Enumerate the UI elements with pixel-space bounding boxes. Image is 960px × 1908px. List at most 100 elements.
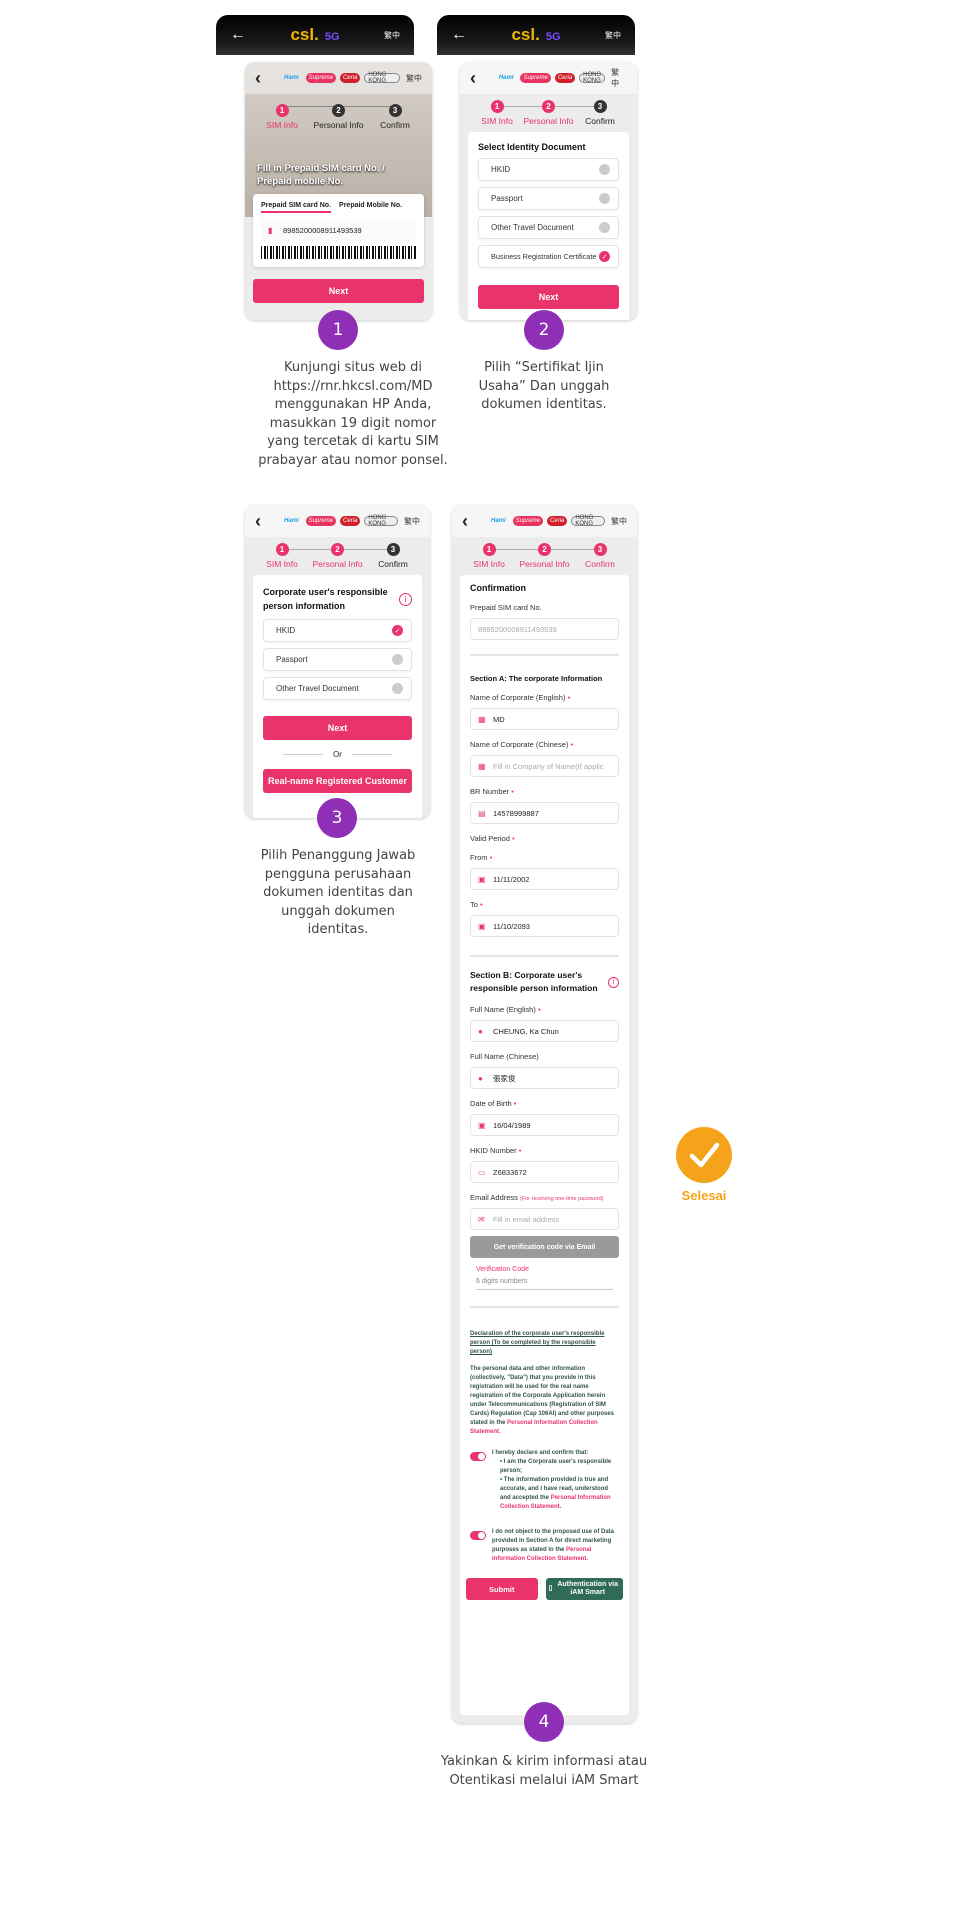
- next-button[interactable]: Next: [263, 716, 412, 740]
- confirmation-title: Confirmation: [470, 583, 526, 593]
- check-icon: ✓: [392, 625, 403, 636]
- iam-smart-button[interactable]: ▯ Authentication via iAM Smart: [545, 1578, 623, 1600]
- building-icon: ▦: [478, 714, 486, 724]
- section-b-title: Section B: Corporate user's responsible …: [470, 970, 598, 993]
- hero-text: Fill in Prepaid SIM card No. / Prepaid m…: [257, 163, 385, 187]
- barcode: [261, 246, 416, 259]
- step-caption-2: Pilih “Sertifikat Ijin Usaha” Dan unggah…: [478, 360, 610, 412]
- marketing-consent: I do not object to the proposed use of D…: [470, 1528, 619, 1564]
- full-name-chinese-input[interactable]: ● 張家俊: [470, 1067, 619, 1089]
- radio-icon: [599, 164, 610, 175]
- or-divider: Or: [263, 750, 412, 759]
- done-check-icon: [676, 1127, 732, 1183]
- registered-customer-button[interactable]: Real-name Registered Customer: [263, 769, 412, 793]
- building-icon: ▦: [478, 761, 486, 771]
- info-icon[interactable]: ⅰ: [608, 976, 619, 988]
- calendar-icon: ▣: [478, 921, 486, 931]
- step-sim-info: 1 SIM Info: [266, 104, 298, 130]
- step-badge-2: 2: [524, 310, 564, 350]
- valid-from-input[interactable]: ▣ 11/11/2002: [470, 868, 619, 890]
- next-button[interactable]: Next: [478, 285, 619, 309]
- section-title: Select Identity Document: [478, 142, 586, 152]
- back-icon[interactable]: ‹: [470, 68, 490, 89]
- declaration-title: Declaration of the corporate user's resp…: [470, 1331, 605, 1355]
- csl-header-1: ← csl. 5G 繁中: [216, 15, 414, 55]
- partner-logos: Hami Supreme Ceria HONG KONG: [281, 72, 400, 84]
- radio-icon: [599, 222, 610, 233]
- back-arrow-icon[interactable]: ←: [451, 26, 467, 44]
- declaration-toggle[interactable]: [470, 1452, 486, 1461]
- sim-label: Prepaid SIM card No.: [470, 603, 542, 612]
- radio-icon: [392, 683, 403, 694]
- screen-sim-info: ‹ Hami Supreme Ceria HONG KONG 繁中 1 SIM Info…: [245, 62, 432, 320]
- screen-confirmation: ‹ Hami Supreme Ceria HONG KONG 繁中 1 SIM Info…: [452, 505, 637, 1723]
- step-caption-3: Pilih Penanggung Jawab pengguna perusaha…: [260, 848, 416, 937]
- option-passport[interactable]: Passport: [478, 187, 619, 210]
- step-confirm: 3 Confirm: [380, 104, 410, 130]
- option-hkid[interactable]: HKID ✓: [263, 619, 412, 642]
- hkid-number-input[interactable]: ▭ Z6833672: [470, 1161, 619, 1183]
- partner-logos: Hami Supreme Ceria HONG KONG: [496, 72, 606, 84]
- check-icon: ✓: [599, 251, 610, 262]
- calendar-icon: ▣: [478, 874, 486, 884]
- id-card-icon: ▭: [478, 1167, 486, 1177]
- step-badge-4: 4: [524, 1702, 564, 1742]
- back-arrow-icon[interactable]: ←: [230, 26, 246, 44]
- declaration-text: The personal data and other information …: [470, 1366, 615, 1435]
- language-toggle[interactable]: 繁中: [611, 67, 627, 89]
- step-caption-1: Kunjungi situs web di https://rnr.hkcsl.…: [258, 360, 448, 468]
- language-toggle[interactable]: 繁中: [406, 73, 422, 84]
- next-button[interactable]: Next: [253, 279, 424, 303]
- corporate-name-chinese-input[interactable]: ▦ Fill in Company of Name(If applic: [470, 755, 619, 777]
- date-of-birth-input[interactable]: ▣ 16/04/1989: [470, 1114, 619, 1136]
- option-other-travel-document[interactable]: Other Travel Document: [263, 677, 412, 700]
- valid-to-input[interactable]: ▣ 11/10/2093: [470, 915, 619, 937]
- partner-logos: Hami Supreme Ceria HONG KONG: [488, 515, 605, 527]
- br-number-input[interactable]: ▤ 14578999887: [470, 802, 619, 824]
- sim-input-card: Prepaid SIM card No. Prepaid Mobile No. …: [253, 194, 424, 267]
- sim-number-field: 8985200008911493539: [470, 618, 619, 640]
- marketing-toggle[interactable]: [470, 1531, 486, 1540]
- tab-prepaid-mobile[interactable]: Prepaid Mobile No.: [339, 202, 402, 213]
- option-hkid[interactable]: HKID: [478, 158, 619, 181]
- option-passport[interactable]: Passport: [263, 648, 412, 671]
- full-name-english-input[interactable]: ● CHEUNG, Ka Chun: [470, 1020, 619, 1042]
- partner-logos: Hami Supreme Ceria HONG KONG: [281, 515, 398, 527]
- option-business-registration[interactable]: Business Registration Certificate ✓: [478, 245, 619, 268]
- back-icon[interactable]: ‹: [462, 511, 482, 532]
- tab-prepaid-sim[interactable]: Prepaid SIM card No.: [261, 202, 332, 213]
- iam-smart-icon: ▯: [548, 1585, 553, 1592]
- submit-button[interactable]: Submit: [466, 1578, 538, 1600]
- screen-select-identity: ‹ Hami Supreme Ceria HONG KONG 繁中 1 SIM Info…: [460, 62, 637, 320]
- section-title: Corporate user's responsible person info…: [263, 587, 388, 611]
- language-toggle[interactable]: 繁中: [605, 30, 621, 41]
- 5g-logo: 5G: [324, 31, 340, 43]
- verification-code-input[interactable]: Verification Code 6 digits numbers: [476, 1266, 613, 1290]
- email-input[interactable]: ✉ Fill in email address: [470, 1208, 619, 1230]
- screen-responsible-person: ‹ Hami Supreme Ceria HONG KONG 繁中 1 SIM Info…: [245, 505, 430, 818]
- language-toggle[interactable]: 繁中: [404, 516, 420, 527]
- sim-number-input[interactable]: ▮ 8985200008911493539: [261, 219, 416, 241]
- csl-header-2: ← csl. 5G 繁中: [437, 15, 635, 55]
- done-label: Selesai: [681, 1188, 727, 1203]
- back-icon[interactable]: ‹: [255, 511, 275, 532]
- step-personal-info: 2 Personal Info: [313, 104, 364, 130]
- document-icon: ▤: [478, 808, 486, 818]
- language-toggle[interactable]: 繁中: [384, 30, 400, 41]
- step-caption-4: Yakinkan & kirim informasi atau Otentika…: [440, 1754, 648, 1788]
- corporate-name-english-input[interactable]: ▦ MD: [470, 708, 619, 730]
- person-icon: ●: [478, 1026, 483, 1036]
- csl-logo: csl.: [290, 25, 319, 44]
- option-other-travel-document[interactable]: Other Travel Document: [478, 216, 619, 239]
- sim-card-icon: ▮: [268, 225, 273, 235]
- get-verification-code-button[interactable]: Get verification code via Email: [470, 1236, 619, 1258]
- radio-icon: [599, 193, 610, 204]
- info-icon[interactable]: ⅰ: [399, 592, 412, 606]
- envelope-icon: ✉: [478, 1214, 485, 1224]
- radio-icon: [392, 654, 403, 665]
- language-toggle[interactable]: 繁中: [611, 516, 627, 527]
- csl-logo: csl.: [511, 25, 540, 44]
- step-badge-3: 3: [317, 798, 357, 838]
- calendar-icon: ▣: [478, 1120, 486, 1130]
- back-icon[interactable]: ‹: [255, 68, 275, 89]
